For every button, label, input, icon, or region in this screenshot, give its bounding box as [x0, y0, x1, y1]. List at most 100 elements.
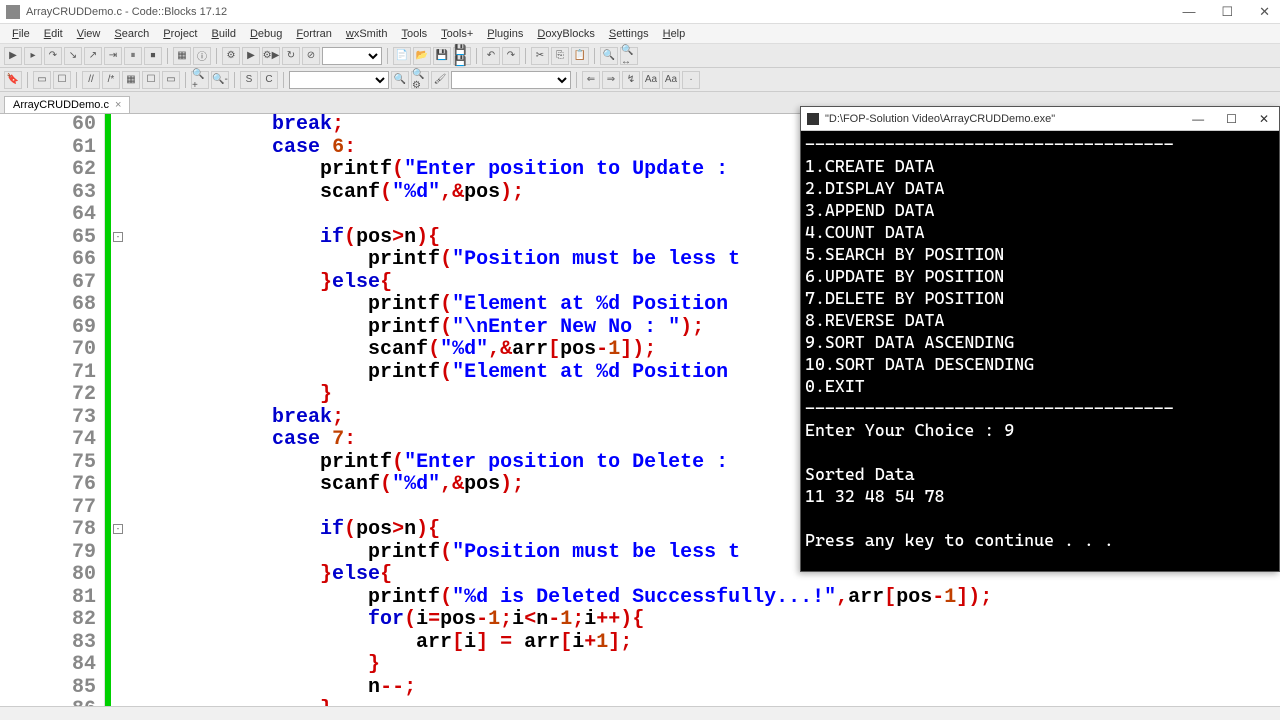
run-to-cursor-button[interactable]: ▸ [24, 47, 42, 65]
search-button[interactable]: 🔍 [391, 71, 409, 89]
zoom-in-button[interactable]: 🔍+ [191, 71, 209, 89]
menu-fortran[interactable]: Fortran [290, 27, 337, 41]
line-number: 72 [0, 384, 104, 407]
line-number: 68 [0, 294, 104, 317]
block-comment-button[interactable]: /* [102, 71, 120, 89]
debug-windows-button[interactable]: ▦ [173, 47, 191, 65]
break-button[interactable]: ⏸ [124, 47, 142, 65]
menu-project[interactable]: Project [157, 27, 203, 41]
build-target-combo[interactable] [322, 47, 382, 65]
toolbar-separator [185, 72, 186, 88]
undo-button[interactable]: ↶ [482, 47, 500, 65]
menu-wxsmith[interactable]: wxSmith [340, 27, 394, 41]
back-button[interactable]: ⇐ [582, 71, 600, 89]
abort-button[interactable]: ⊘ [302, 47, 320, 65]
step-over-button[interactable]: ↷ [44, 47, 62, 65]
menu-help[interactable]: Help [657, 27, 692, 41]
line-number: 61 [0, 137, 104, 160]
function-combo[interactable] [451, 71, 571, 89]
line-number: 83 [0, 632, 104, 655]
stop-button[interactable]: ⏹ [144, 47, 162, 65]
highlight-button[interactable]: Aa [642, 71, 660, 89]
menu-settings[interactable]: Settings [603, 27, 655, 41]
console-minimize-button[interactable]: — [1188, 112, 1208, 126]
toolbar-separator [283, 72, 284, 88]
last-jump-button[interactable]: ↯ [622, 71, 640, 89]
replace-button[interactable]: 🔍↔ [620, 47, 638, 65]
save-button[interactable]: 💾 [433, 47, 451, 65]
maximize-button[interactable]: ☐ [1217, 4, 1237, 20]
line-number: 75 [0, 452, 104, 475]
line-number: 64 [0, 204, 104, 227]
next-instruction-button[interactable]: ⇥ [104, 47, 122, 65]
find-button[interactable]: 🔍 [600, 47, 618, 65]
menu-plugins[interactable]: Plugins [481, 27, 529, 41]
fold-toggle[interactable]: - [113, 232, 123, 242]
c-icon[interactable]: C [260, 71, 278, 89]
line-number: 63 [0, 182, 104, 205]
run-app-button[interactable]: ▶ [242, 47, 260, 65]
step-into-button[interactable]: ↘ [64, 47, 82, 65]
menu-build[interactable]: Build [206, 27, 242, 41]
paste-button[interactable]: 📋 [571, 47, 589, 65]
menubar: FileEditViewSearchProjectBuildDebugFortr… [0, 24, 1280, 44]
toggle-comment-button[interactable]: // [82, 71, 100, 89]
clear-button[interactable]: · [682, 71, 700, 89]
line-number: 70 [0, 339, 104, 362]
console-maximize-button[interactable]: ☐ [1222, 112, 1241, 126]
console-window: "D:\FOP-Solution Video\ArrayCRUDDemo.exe… [800, 106, 1280, 572]
stream-comment-button[interactable]: ▭ [162, 71, 180, 89]
menu-edit[interactable]: Edit [38, 27, 69, 41]
minimize-button[interactable]: — [1178, 4, 1199, 20]
editor-tab[interactable]: ArrayCRUDDemo.c × [4, 96, 130, 113]
menu-search[interactable]: Search [108, 27, 155, 41]
menu-tools+[interactable]: Tools+ [435, 27, 479, 41]
line-number-gutter: 6061626364656667686970717273747576777879… [0, 114, 105, 706]
line-number: 77 [0, 497, 104, 520]
rebuild-button[interactable]: ↻ [282, 47, 300, 65]
copy-button[interactable]: ⎘ [551, 47, 569, 65]
menu-view[interactable]: View [71, 27, 107, 41]
console-close-button[interactable]: ✕ [1255, 112, 1273, 126]
box-comment-button[interactable]: ▦ [122, 71, 140, 89]
forward-button[interactable]: ⇒ [602, 71, 620, 89]
tab-close-button[interactable]: × [115, 99, 121, 111]
scope-combo[interactable] [289, 71, 389, 89]
source-button[interactable]: S [240, 71, 258, 89]
uncomment-button[interactable]: ☐ [142, 71, 160, 89]
match-case-button[interactable]: Aa [662, 71, 680, 89]
redo-button[interactable]: ↷ [502, 47, 520, 65]
menu-doxyblocks[interactable]: DoxyBlocks [531, 27, 600, 41]
brush-button[interactable]: 🖌 [431, 71, 449, 89]
selection-button[interactable]: ▭ [33, 71, 51, 89]
build-run-button[interactable]: ⚙▶ [262, 47, 280, 65]
line-number: 85 [0, 677, 104, 700]
line-number: 66 [0, 249, 104, 272]
new-button[interactable]: 📄 [393, 47, 411, 65]
console-output: ------------------------------------- 1.… [801, 131, 1279, 553]
line-number: 84 [0, 654, 104, 677]
search-options-button[interactable]: 🔍⚙ [411, 71, 429, 89]
run-button[interactable]: ▶ [4, 47, 22, 65]
window-controls: — ☐ ✕ [1178, 4, 1274, 20]
menu-debug[interactable]: Debug [244, 27, 288, 41]
save-all-button[interactable]: 💾💾 [453, 47, 471, 65]
build-button[interactable]: ⚙ [222, 47, 240, 65]
block-button[interactable]: ☐ [53, 71, 71, 89]
step-out-button[interactable]: ↗ [84, 47, 102, 65]
menu-tools[interactable]: Tools [395, 27, 433, 41]
line-number: 73 [0, 407, 104, 430]
cut-button[interactable]: ✂ [531, 47, 549, 65]
toggle-bookmark-button[interactable]: 🔖 [4, 71, 22, 89]
app-icon [6, 5, 20, 19]
horizontal-scrollbar[interactable] [0, 706, 1280, 720]
close-button[interactable]: ✕ [1255, 4, 1274, 20]
fold-toggle[interactable]: - [113, 524, 123, 534]
tab-label: ArrayCRUDDemo.c [13, 99, 109, 111]
open-button[interactable]: 📂 [413, 47, 431, 65]
menu-file[interactable]: File [6, 27, 36, 41]
info-button[interactable]: ⓘ [193, 47, 211, 65]
zoom-out-button[interactable]: 🔍- [211, 71, 229, 89]
line-number: 79 [0, 542, 104, 565]
toolbar-separator [27, 72, 28, 88]
